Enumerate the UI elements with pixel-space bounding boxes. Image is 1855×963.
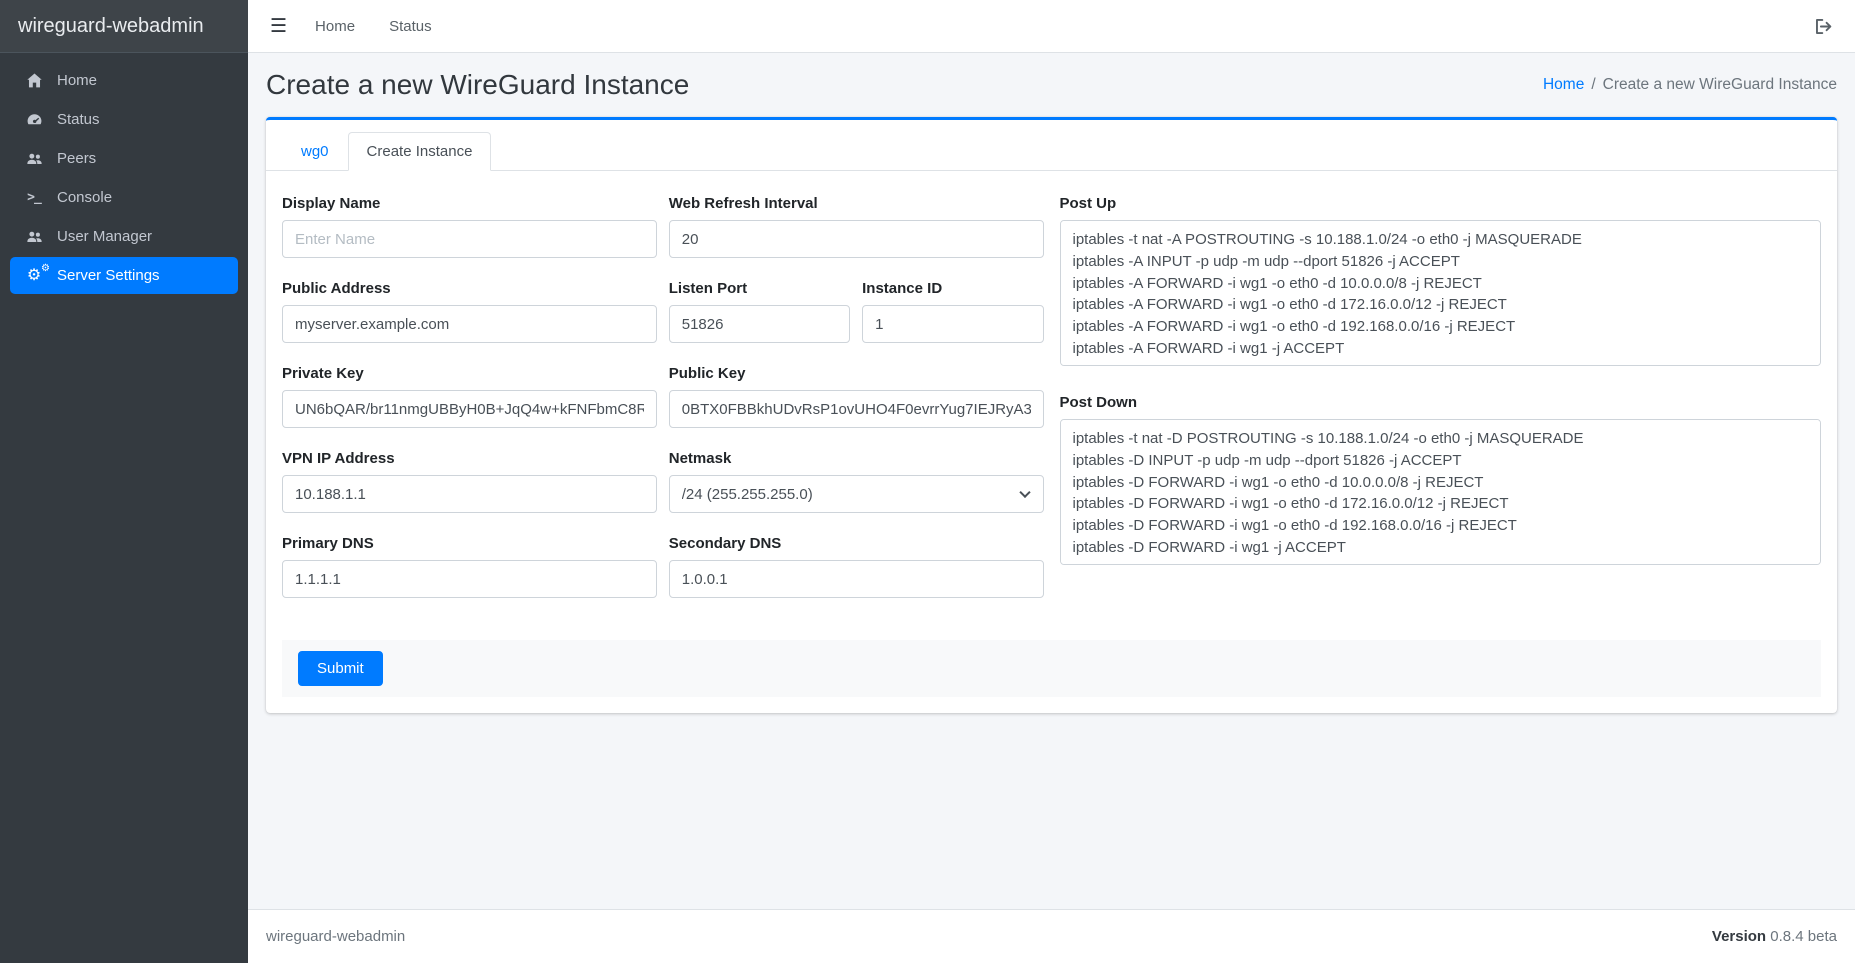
private-key-label: Private Key [282, 365, 657, 382]
field-post-up: Post Up [1060, 195, 1822, 370]
sidebar-item-peers[interactable]: Peers [10, 140, 238, 177]
tab-create-instance[interactable]: Create Instance [348, 132, 492, 171]
field-private-key: Private Key [282, 365, 657, 428]
listen-port-label: Listen Port [669, 280, 850, 297]
secondary-dns-input[interactable] [669, 560, 1044, 598]
sidebar-menu: Home Status Peers >_ Console User Manage… [0, 53, 248, 303]
brand[interactable]: wireguard-webadmin [0, 0, 248, 53]
footer-version-label: Version [1712, 928, 1766, 945]
users-gear-icon [22, 228, 46, 245]
sidebar-item-user-manager[interactable]: User Manager [10, 218, 238, 255]
topnav-status-link[interactable]: Status [389, 18, 432, 35]
field-display-name: Display Name [282, 195, 657, 258]
display-name-input[interactable] [282, 220, 657, 258]
sidebar: wireguard-webadmin Home Status Peers >_ … [0, 0, 248, 963]
tab-wg0[interactable]: wg0 [282, 132, 348, 171]
form-left-columns: Display Name Web Refresh Interval Public… [282, 195, 1044, 620]
form-footer: Submit [282, 640, 1821, 697]
web-refresh-interval-label: Web Refresh Interval [669, 195, 1044, 212]
gauge-icon [22, 111, 46, 128]
vpn-ip-address-label: VPN IP Address [282, 450, 657, 467]
users-icon [22, 150, 46, 167]
field-public-key: Public Key [669, 365, 1044, 428]
post-down-label: Post Down [1060, 394, 1822, 411]
footer-version: Version 0.8.4 beta [1712, 928, 1837, 945]
netmask-select[interactable]: /24 (255.255.255.0) [669, 475, 1044, 513]
field-instance-id: Instance ID [862, 280, 1043, 343]
vpn-ip-address-input[interactable] [282, 475, 657, 513]
breadcrumb-current: Create a new WireGuard Instance [1603, 76, 1837, 94]
card-body: Display Name Web Refresh Interval Public… [266, 171, 1837, 713]
topnav-home-link[interactable]: Home [315, 18, 355, 35]
main-column: ☰ Home Status Create a new WireGuard Ins… [248, 0, 1855, 963]
gears-icon: ⚙⚙ [22, 268, 46, 284]
card-tabs: wg0 Create Instance [266, 120, 1837, 171]
instance-id-input[interactable] [862, 305, 1043, 343]
top-navbar: ☰ Home Status [248, 0, 1855, 53]
web-refresh-interval-input[interactable] [669, 220, 1044, 258]
field-post-down: Post Down [1060, 394, 1822, 569]
terminal-icon: >_ [22, 190, 46, 205]
public-address-label: Public Address [282, 280, 657, 297]
field-listen-port: Listen Port [669, 280, 850, 343]
listen-port-input[interactable] [669, 305, 850, 343]
field-primary-dns: Primary DNS [282, 535, 657, 598]
sidebar-item-home[interactable]: Home [10, 62, 238, 99]
sidebar-item-status[interactable]: Status [10, 101, 238, 138]
field-pair-port-instance: Listen Port Instance ID [669, 280, 1044, 365]
sidebar-item-server-settings[interactable]: ⚙⚙ Server Settings [10, 257, 238, 294]
menu-icon[interactable]: ☰ [270, 15, 287, 38]
instance-id-label: Instance ID [862, 280, 1043, 297]
field-secondary-dns: Secondary DNS [669, 535, 1044, 598]
sidebar-item-console[interactable]: >_ Console [10, 179, 238, 216]
field-public-address: Public Address [282, 280, 657, 343]
post-up-label: Post Up [1060, 195, 1822, 212]
content-header: Create a new WireGuard Instance Home / C… [266, 69, 1837, 101]
public-key-label: Public Key [669, 365, 1044, 382]
netmask-label: Netmask [669, 450, 1044, 467]
public-key-input[interactable] [669, 390, 1044, 428]
footer-version-value: 0.8.4 beta [1770, 928, 1837, 945]
field-web-refresh-interval: Web Refresh Interval [669, 195, 1044, 258]
sidebar-item-label: Console [57, 189, 112, 206]
footer-brand: wireguard-webadmin [266, 928, 405, 945]
breadcrumb: Home / Create a new WireGuard Instance [1543, 76, 1837, 94]
netmask-select-wrap: /24 (255.255.255.0) [669, 475, 1044, 513]
post-down-textarea[interactable] [1060, 419, 1822, 565]
breadcrumb-home-link[interactable]: Home [1543, 76, 1584, 94]
sidebar-item-label: Home [57, 72, 97, 89]
logout-icon[interactable] [1814, 17, 1833, 36]
page-title: Create a new WireGuard Instance [266, 69, 689, 101]
content-area: Create a new WireGuard Instance Home / C… [248, 53, 1855, 909]
breadcrumb-separator: / [1591, 76, 1595, 94]
primary-dns-input[interactable] [282, 560, 657, 598]
create-instance-card: wg0 Create Instance Display Name Web Ref… [266, 117, 1837, 713]
post-up-textarea[interactable] [1060, 220, 1822, 366]
display-name-label: Display Name [282, 195, 657, 212]
form-right-column: Post Up Post Down [1060, 195, 1822, 593]
public-address-input[interactable] [282, 305, 657, 343]
instance-form: Display Name Web Refresh Interval Public… [282, 195, 1821, 620]
sidebar-item-label: User Manager [57, 228, 152, 245]
submit-button[interactable]: Submit [298, 651, 383, 686]
home-icon [22, 72, 46, 89]
field-vpn-ip-address: VPN IP Address [282, 450, 657, 513]
sidebar-item-label: Server Settings [57, 267, 160, 284]
secondary-dns-label: Secondary DNS [669, 535, 1044, 552]
sidebar-item-label: Peers [57, 150, 96, 167]
sidebar-item-label: Status [57, 111, 100, 128]
field-netmask: Netmask /24 (255.255.255.0) [669, 450, 1044, 513]
primary-dns-label: Primary DNS [282, 535, 657, 552]
page-footer: wireguard-webadmin Version 0.8.4 beta [248, 909, 1855, 963]
private-key-input[interactable] [282, 390, 657, 428]
